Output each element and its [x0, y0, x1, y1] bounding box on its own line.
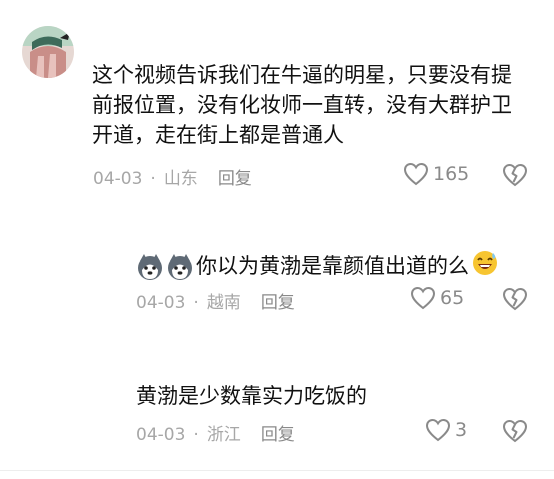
reply-text-row: 你以为黄渤是靠颜值出道的么	[136, 249, 536, 285]
like-count: 65	[440, 287, 465, 309]
like-button[interactable]: 3	[425, 418, 467, 442]
comment-meta: 04-03 · 山东 回复	[93, 169, 252, 189]
heart-outline-icon	[410, 286, 436, 310]
like-count: 165	[433, 163, 470, 185]
reply-location: 浙江	[206, 425, 241, 445]
comment-text: 这个视频告诉我们在牛逼的明星，只要没有提前报位置，没有化妆师一直转，没有大群护卫…	[92, 63, 512, 147]
like-button[interactable]: 165	[403, 162, 469, 186]
broken-heart-icon	[502, 287, 528, 311]
dislike-button[interactable]	[502, 287, 528, 315]
reply-meta: 04-03 · 越南 回复	[136, 293, 295, 313]
reply-meta: 04-03 · 浙江 回复	[136, 425, 295, 445]
like-button[interactable]: 65	[410, 286, 464, 310]
reply-button[interactable]: 回复	[261, 293, 295, 313]
reply-date: 04-03	[136, 293, 186, 313]
divider	[0, 470, 554, 471]
heart-outline-icon	[425, 418, 451, 442]
dislike-button[interactable]	[502, 419, 528, 447]
broken-heart-icon	[502, 163, 528, 187]
reply-location: 越南	[206, 293, 241, 313]
comment-thread: 这个视频告诉我们在牛逼的明星，只要没有提前报位置，没有化妆师一直转，没有大群护卫…	[0, 0, 554, 479]
reply-text: 黄渤是少数靠实力吃饭的	[136, 384, 367, 408]
reply-button[interactable]: 回复	[218, 169, 252, 189]
laughing-sweat-emoji	[471, 249, 499, 285]
reply-text: 你以为黄渤是靠颜值出道的么	[196, 254, 469, 278]
reply-button[interactable]: 回复	[261, 425, 295, 445]
reply-date: 04-03	[136, 425, 186, 445]
dislike-button[interactable]	[502, 163, 528, 191]
broken-heart-icon	[502, 419, 528, 443]
comment-date: 04-03	[93, 169, 143, 189]
like-count: 3	[455, 419, 468, 441]
husky-face-emoji	[136, 253, 194, 281]
comment-location: 山东	[163, 169, 198, 189]
avatar[interactable]	[22, 26, 74, 78]
heart-outline-icon	[403, 162, 429, 186]
